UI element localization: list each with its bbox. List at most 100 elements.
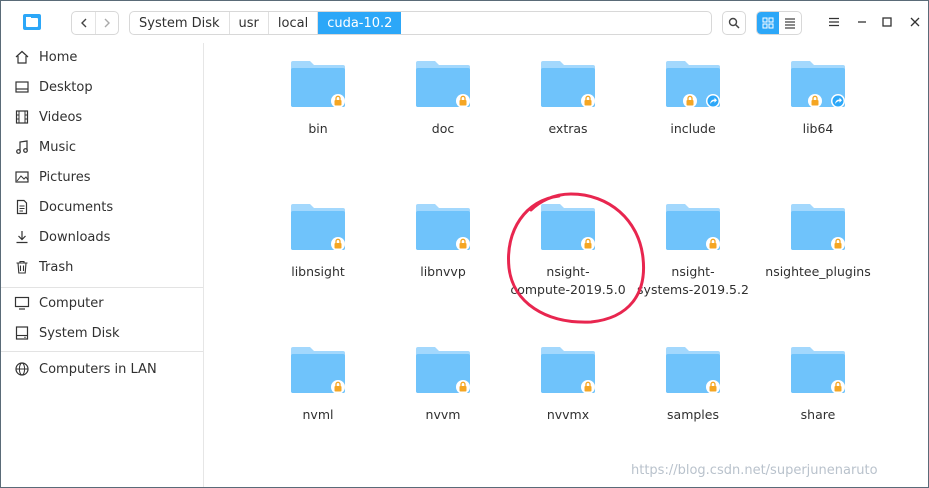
symlink-badge-icon <box>706 94 720 108</box>
folder-item-nsight-compute[interactable]: nsight- compute-2019.5.0 <box>507 202 629 299</box>
crumb-cuda-10-2[interactable]: cuda-10.2 <box>318 12 402 34</box>
folder-item-doc[interactable]: doc <box>382 59 504 138</box>
disk-icon <box>14 325 30 341</box>
folder-item-nsight-systems[interactable]: nsight- systems-2019.5.2 <box>632 202 754 299</box>
folder-label-line: nsight- <box>546 264 590 279</box>
folder-label: nvvmx <box>546 407 590 422</box>
folder-item-extras[interactable]: extras <box>507 59 629 138</box>
trash-icon <box>14 259 30 275</box>
desktop-icon <box>14 79 30 95</box>
folder-icon <box>541 61 595 108</box>
folder-item-samples[interactable]: samples <box>632 345 754 424</box>
lock-badge-icon <box>456 237 470 251</box>
file-manager-window: System Disk usr local cuda-10.2 Home Des… <box>0 0 929 488</box>
list-view-button[interactable] <box>779 12 801 34</box>
list-icon <box>785 18 795 29</box>
sidebar-item-computers-in-lan[interactable]: Computers in LAN <box>1 355 203 383</box>
folder-grid: bin doc extras include lib64 libnsight l… <box>205 43 928 487</box>
folder-icon <box>541 204 595 251</box>
maximize-button[interactable] <box>878 13 896 31</box>
sidebar-item-label: Desktop <box>39 79 93 95</box>
sidebar-item-computer[interactable]: Computer <box>1 289 203 317</box>
crumb-local[interactable]: local <box>269 12 319 34</box>
sidebar-item-trash[interactable]: Trash <box>1 253 203 281</box>
folder-item-share[interactable]: share <box>757 345 879 424</box>
folder-item-nvvmx[interactable]: nvvmx <box>507 345 629 424</box>
folder-item-nvml[interactable]: nvml <box>257 345 379 424</box>
folder-icon <box>791 347 845 394</box>
sidebar-divider <box>1 287 203 288</box>
crumb-system-disk[interactable]: System Disk <box>130 12 230 34</box>
view-mode-switch <box>756 11 802 35</box>
folder-icon <box>291 347 345 394</box>
close-button[interactable] <box>906 13 924 31</box>
minimize-icon <box>858 21 866 23</box>
folder-icon <box>666 204 720 251</box>
lock-badge-icon <box>706 237 720 251</box>
sidebar-item-label: System Disk <box>39 325 120 341</box>
folder-label: libnvvp <box>420 264 466 279</box>
folder-label: extras <box>548 121 588 136</box>
grid-icon <box>762 17 774 29</box>
sidebar-item-desktop[interactable]: Desktop <box>1 73 203 101</box>
folder-item-libnvvp[interactable]: libnvvp <box>382 202 504 281</box>
lock-badge-icon <box>683 94 697 108</box>
folder-label-line: nsight- <box>671 264 715 279</box>
lock-badge-icon <box>331 237 345 251</box>
folder-label: doc <box>431 121 455 136</box>
folder-item-lib64[interactable]: lib64 <box>757 59 879 138</box>
forward-button[interactable] <box>95 12 118 34</box>
crumb-usr[interactable]: usr <box>230 12 269 34</box>
maximize-icon <box>882 17 892 27</box>
monitor-icon <box>14 295 30 311</box>
folder-item-bin[interactable]: bin <box>257 59 379 138</box>
folder-icon <box>541 347 595 394</box>
folder-icon <box>666 61 720 108</box>
search-button[interactable] <box>722 11 746 35</box>
lock-badge-icon <box>456 380 470 394</box>
hamburger-menu-icon <box>829 17 839 27</box>
picture-icon <box>14 169 30 185</box>
sidebar-item-downloads[interactable]: Downloads <box>1 223 203 251</box>
file-manager-app-icon <box>23 14 41 30</box>
icon-view-button[interactable] <box>757 12 779 34</box>
folder-label: bin <box>308 121 328 136</box>
lock-badge-icon <box>581 380 595 394</box>
lock-badge-icon <box>831 380 845 394</box>
folder-label-line: compute-2019.5.0 <box>510 282 626 297</box>
sidebar-item-label: Videos <box>39 109 83 125</box>
folder-label: libnsight <box>291 264 345 279</box>
sidebar-item-label: Home <box>39 49 78 65</box>
folder-label-line: systems-2019.5.2 <box>637 282 749 297</box>
minimize-button[interactable] <box>853 13 871 31</box>
folder-item-libnsight[interactable]: libnsight <box>257 202 379 281</box>
menu-button[interactable] <box>825 13 843 31</box>
folder-label: nsightee_plugins <box>765 264 871 279</box>
sidebar-item-videos[interactable]: Videos <box>1 103 203 131</box>
sidebar-item-label: Documents <box>39 199 114 215</box>
title-bar: System Disk usr local cuda-10.2 <box>1 1 928 43</box>
sidebar-item-music[interactable]: Music <box>1 133 203 161</box>
folder-label: include <box>670 121 716 136</box>
folder-item-nvvm[interactable]: nvvm <box>382 345 504 424</box>
music-note-icon <box>14 139 30 155</box>
folder-item-nsightee-plugins[interactable]: nsightee_plugins <box>757 202 879 281</box>
sidebar-item-system-disk[interactable]: System Disk <box>1 319 203 347</box>
folder-label: nsight- compute-2019.5.0 <box>507 263 629 299</box>
folder-label: lib64 <box>802 121 834 136</box>
lock-badge-icon <box>331 94 345 108</box>
sidebar-item-pictures[interactable]: Pictures <box>1 163 203 191</box>
download-icon <box>14 229 30 245</box>
lock-badge-icon <box>581 237 595 251</box>
lock-badge-icon <box>456 94 470 108</box>
sidebar-item-label: Music <box>39 139 76 155</box>
back-button[interactable] <box>72 12 95 34</box>
folder-icon <box>791 61 845 108</box>
folder-item-include[interactable]: include <box>632 59 754 138</box>
sidebar-item-home[interactable]: Home <box>1 43 203 71</box>
folder-label: nvml <box>302 407 334 422</box>
sidebar-item-label: Trash <box>39 259 74 275</box>
folder-icon <box>416 61 470 108</box>
sidebar-item-documents[interactable]: Documents <box>1 193 203 221</box>
lock-badge-icon <box>808 94 822 108</box>
